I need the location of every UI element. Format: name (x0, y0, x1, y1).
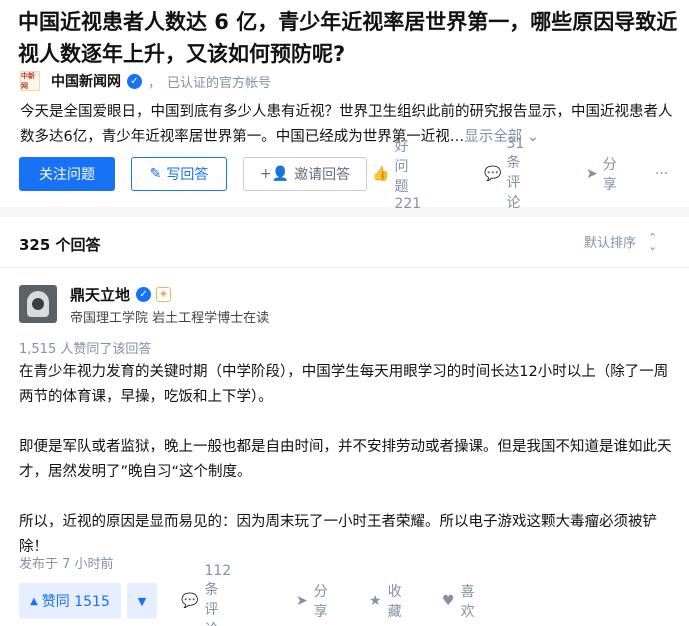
voters-count[interactable]: 1,515 人赞同了该回答 (19, 338, 151, 357)
downvote-button[interactable]: ▼ (127, 583, 157, 619)
follow-question-label: 关注问题 (39, 167, 95, 183)
sort-icon: ⌃ ⌄ (648, 230, 658, 253)
sort-dropdown[interactable]: 默认排序 ⌃ ⌄ (584, 230, 658, 253)
question-share-button[interactable]: ➤ 分享 (586, 157, 617, 193)
thumb-up-icon: 👍 (372, 166, 390, 182)
star-icon: ★ (369, 593, 382, 609)
upvote-label: 赞同 1515 (41, 594, 110, 610)
upvote-button[interactable]: ▲ 赞同 1515 (19, 583, 121, 619)
answer-author: 鼎天立地 ✓ ◈ (70, 284, 172, 305)
question-comments-label: 31 条评论 (506, 136, 525, 211)
more-button[interactable]: ··· (655, 157, 668, 191)
answer-paragraph: 所以，近视的原因是显而易见的：因为周末玩了一小时王者荣耀。所以电子游戏这颗大毒瘤… (19, 514, 657, 555)
more-icon: ··· (655, 166, 669, 182)
write-answer-button[interactable]: ✎ 写回答 (131, 157, 227, 191)
pencil-icon: ✎ (149, 166, 162, 182)
heart-icon: ♥ (442, 593, 455, 609)
question-description: 今天是全国爱眼日，中国到底有多少人患有近视？世界卫生组织此前的研究报告显示，中国… (20, 100, 685, 150)
comment-icon: 💬 (181, 593, 199, 609)
show-all-button[interactable]: 显示全部 ⌄ (464, 129, 539, 145)
sort-label: 默认排序 (584, 236, 637, 251)
caret-up-icon: ▲ (30, 595, 38, 607)
source-separator: ， (148, 75, 162, 91)
answer-paragraph: 在青少年视力发育的关键时期（中学阶段），中国学生每天用眼学习的时间长达12小时以… (19, 364, 669, 405)
chevron-down-icon: ⌄ (526, 129, 539, 145)
verified-icon: ✓ (136, 287, 152, 302)
divider (0, 267, 689, 268)
badge-icon[interactable]: ◈ (156, 287, 172, 302)
share-icon: ➤ (296, 593, 308, 609)
write-answer-label: 写回答 (166, 167, 209, 183)
answers-card: 325 个回答 默认排序 ⌃ ⌄ 鼎天立地 ✓ ◈ 帝国理工学院 岩土工程学博士在… (0, 217, 689, 626)
source-logo-text: 中新网 (21, 72, 35, 90)
caret-down-icon: ▼ (137, 594, 147, 608)
verified-icon: ✓ (127, 73, 142, 89)
answer-comments-label: 112 条评论 (204, 563, 232, 626)
official-account-label: 已认证的官方帐号 (167, 75, 272, 91)
question-description-text: 今天是全国爱眼日，中国到底有多少人患有近视？世界卫生组织此前的研究报告显示，中国… (20, 104, 673, 145)
like-label: 喜欢 (460, 584, 475, 620)
answer-comments-button[interactable]: 💬 112 条评论 (181, 563, 231, 626)
question-comments-button[interactable]: 💬 31 条评论 (484, 136, 524, 211)
share-icon: ➤ (586, 166, 598, 182)
source-logo[interactable]: 中新网 (20, 71, 40, 91)
like-button[interactable]: ♥ 喜欢 (442, 583, 475, 620)
comment-icon: 💬 (484, 166, 502, 182)
answers-count: 325 个回答 (19, 236, 101, 254)
source-name[interactable]: 中国新闻网 (51, 71, 121, 91)
answer-paragraph: 即便是军队或者监狱，晚上一般也都是自由时间，并不安排劳动或者操课。但是我国不知道… (19, 439, 672, 480)
good-question-label: 好问题 221 (394, 139, 422, 212)
collect-label: 收藏 (387, 584, 402, 620)
invite-icon: +👤 (259, 166, 290, 182)
answer-share-label: 分享 (313, 584, 328, 620)
good-question-button[interactable]: 👍 好问题 221 (372, 139, 421, 212)
follow-question-button[interactable]: 关注问题 (19, 157, 115, 191)
author-headline: 帝国理工学院 岩土工程学博士在读 (70, 311, 270, 326)
collect-button[interactable]: ★ 收藏 (369, 583, 402, 620)
author-name[interactable]: 鼎天立地 (70, 284, 130, 305)
question-share-label: 分享 (602, 157, 617, 193)
invite-answer-label: 邀请回答 (294, 167, 351, 183)
invite-answer-button[interactable]: +👤 邀请回答 (243, 157, 367, 191)
question-title[interactable]: 中国近视患者人数达 6 亿，青少年近视率居世界第一，哪些原因导致近视人数逐年上升… (18, 6, 688, 70)
answer-share-button[interactable]: ➤ 分享 (296, 583, 328, 620)
question-card: 中国近视患者人数达 6 亿，青少年近视率居世界第一，哪些原因导致近视人数逐年上升… (0, 0, 689, 212)
question-source: 中新网 中国新闻网 ✓ ， 已认证的官方帐号 (20, 71, 271, 91)
answer-content: 在青少年视力发育的关键时期（中学阶段），中国学生每天用眼学习的时间长达12小时以… (19, 360, 679, 585)
publish-time[interactable]: 发布于 7 小时前 (19, 553, 114, 572)
avatar[interactable] (19, 285, 57, 323)
